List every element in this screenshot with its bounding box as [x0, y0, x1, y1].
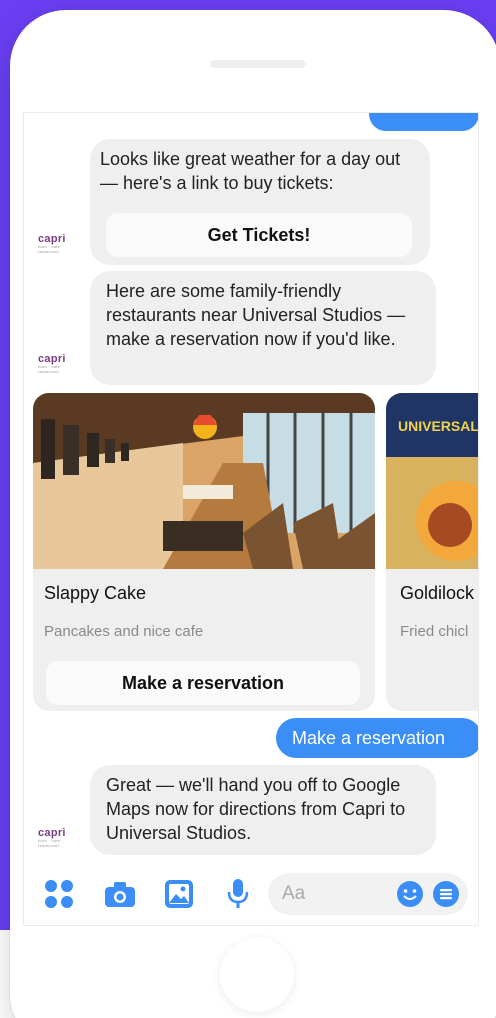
- make-reservation-label: Make a reservation: [121, 673, 285, 693]
- message-input[interactable]: Aa: [268, 873, 468, 915]
- bot-avatar: capri food · cafe · restaurant: [38, 827, 66, 848]
- card-subtitle: Fried chicl: [400, 623, 469, 640]
- bot-message-text: Great — we'll hand you off to Google Map…: [106, 775, 406, 843]
- emoji-icon[interactable]: [396, 880, 424, 908]
- card-title: Goldilock: [400, 583, 475, 603]
- microphone-icon[interactable]: [226, 878, 250, 910]
- bot-avatar: capri food · cafe · restaurant: [38, 353, 66, 374]
- photo-icon[interactable]: [164, 879, 194, 909]
- bot-message-restaurants: Here are some family-friendly restaurant…: [90, 271, 436, 385]
- get-tickets-button[interactable]: Get Tickets!: [106, 213, 412, 257]
- restaurant-photo: UNIVERSAL STUDIOS: [386, 393, 479, 569]
- previous-outgoing-bubble: [369, 113, 478, 131]
- bot-message-tickets: Looks like great weather for a day out —…: [90, 139, 430, 265]
- make-reservation-button[interactable]: Make a reservation: [46, 661, 360, 705]
- message-input-placeholder: Aa: [282, 883, 306, 904]
- carousel-card: UNIVERSAL STUDIOS Goldilock Fried chicl: [386, 393, 479, 711]
- menu-icon[interactable]: [432, 880, 460, 908]
- bot-message-text: Here are some family-friendly restaurant…: [106, 281, 406, 349]
- message-composer: Aa: [24, 861, 478, 925]
- more-apps-icon[interactable]: [44, 879, 74, 909]
- card-subtitle: Pancakes and nice cafe: [44, 623, 204, 640]
- get-tickets-label: Get Tickets!: [207, 225, 311, 245]
- svg-text:UNIVERSAL STUDIOS: UNIVERSAL STUDIOS: [398, 418, 479, 434]
- bot-message-directions: Great — we'll hand you off to Google Map…: [90, 765, 436, 855]
- carousel-card: Slappy Cake Pancakes and nice cafe Make …: [33, 393, 375, 711]
- restaurant-photo: [33, 393, 375, 569]
- user-message: Make a reservation: [276, 718, 478, 758]
- card-title: Slappy Cake: [44, 583, 147, 603]
- user-message-text: Make a reservation: [292, 728, 446, 748]
- phone-speaker: [210, 60, 306, 68]
- bot-message-text: Looks like great weather for a day out —…: [100, 149, 401, 193]
- bot-avatar: capri food · cafe · restaurant: [38, 233, 66, 254]
- phone-home-button[interactable]: [220, 938, 294, 1012]
- camera-icon[interactable]: [104, 881, 136, 909]
- chat-screen: Looks like great weather for a day out —…: [23, 112, 479, 926]
